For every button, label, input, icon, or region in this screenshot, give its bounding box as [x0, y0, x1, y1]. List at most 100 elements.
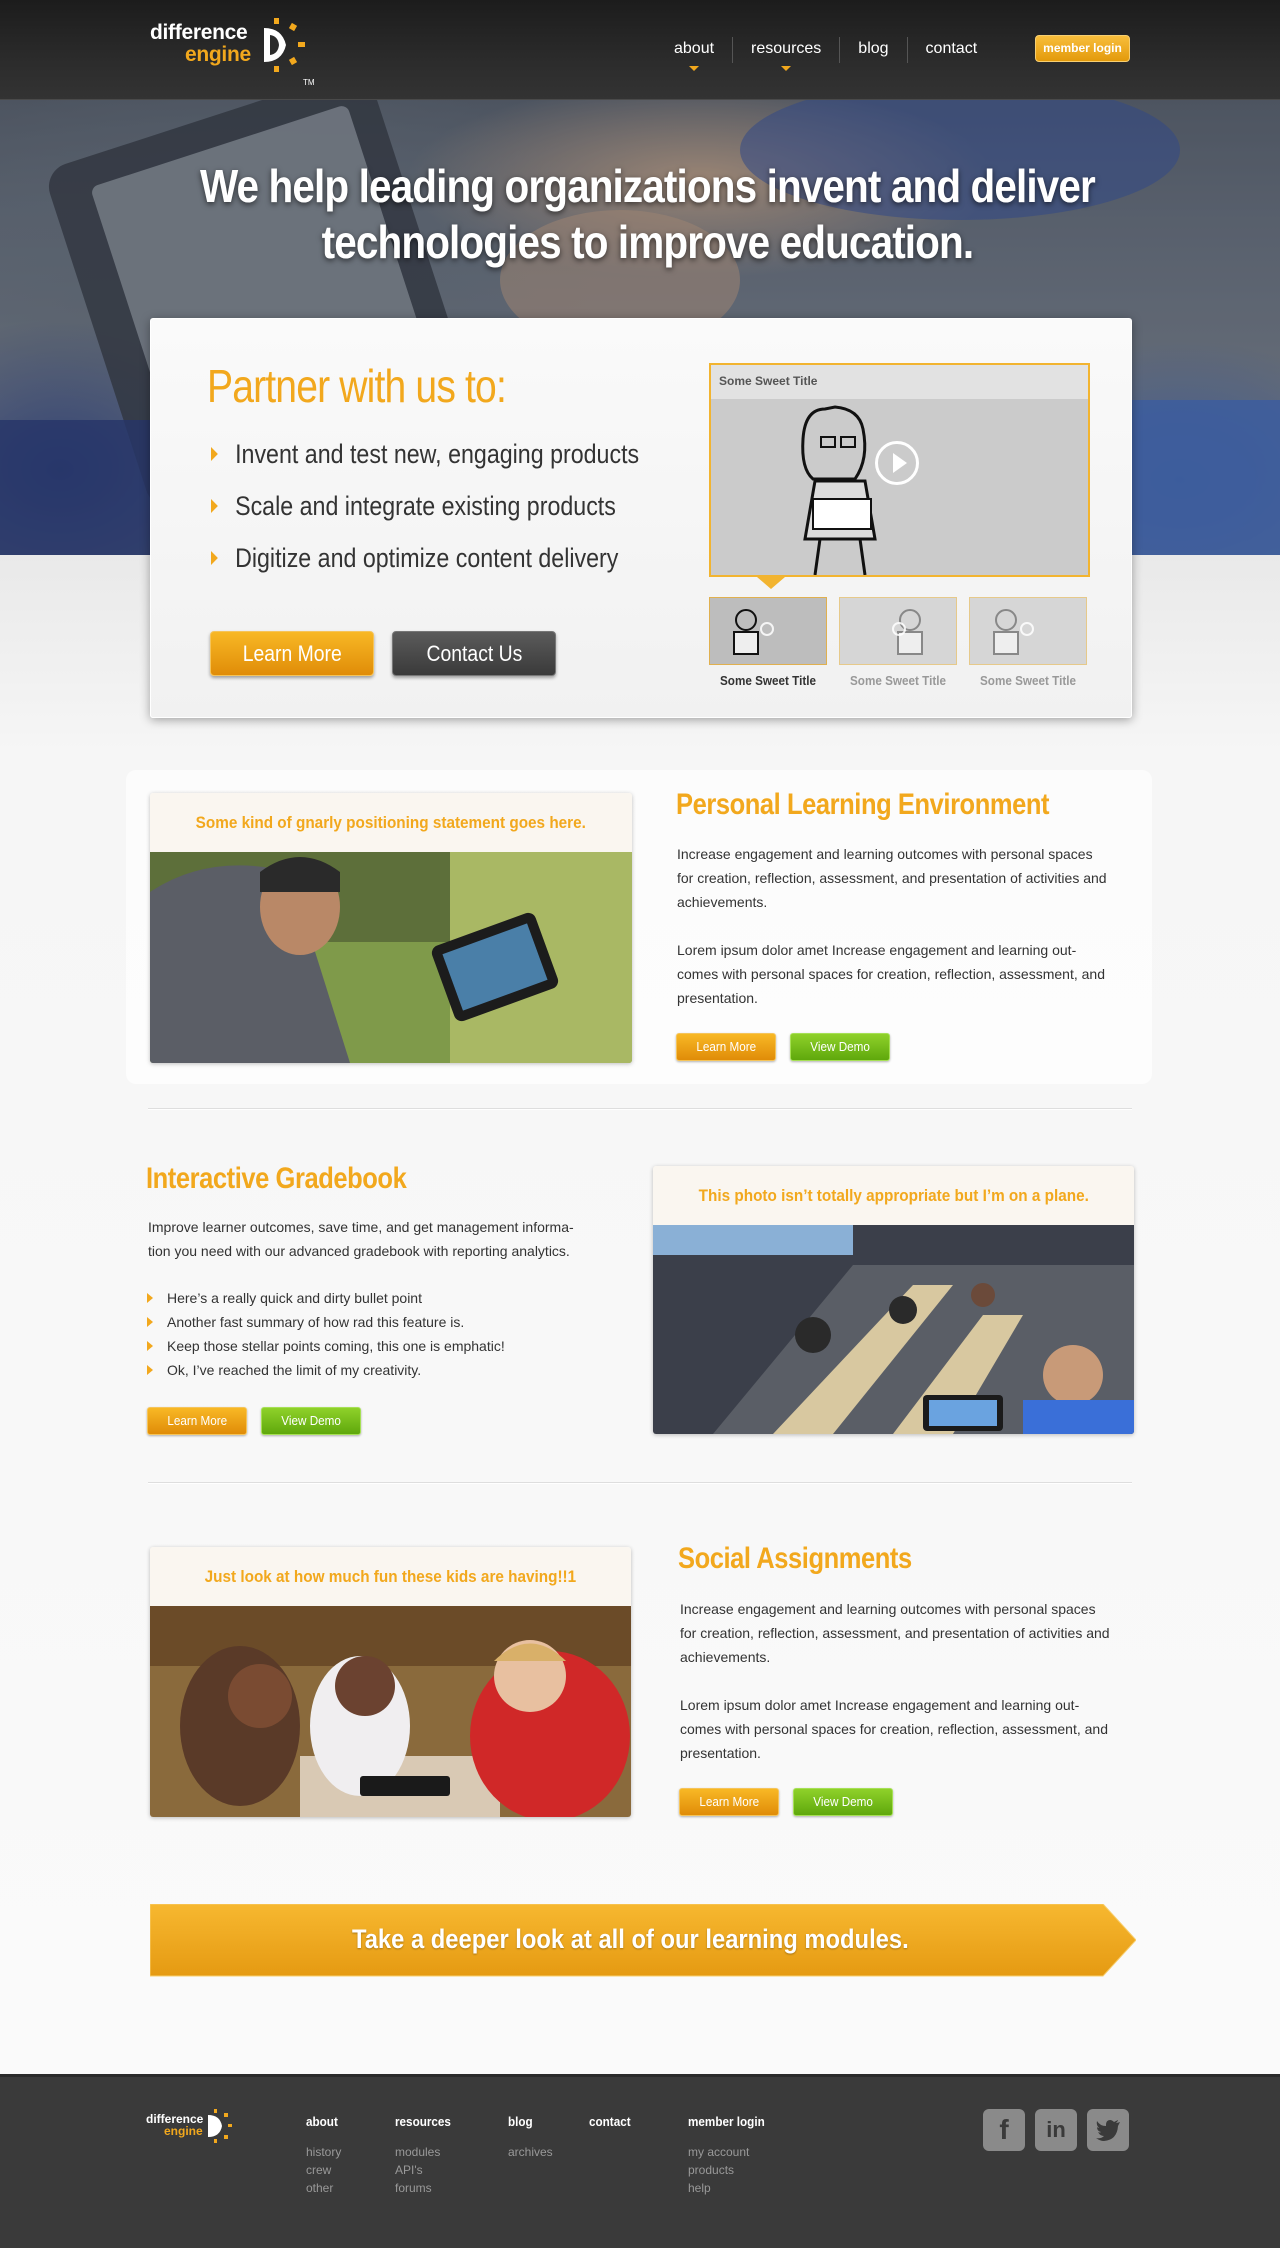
footer-link[interactable]: API's — [395, 2161, 457, 2179]
kids-with-tablet-photo — [150, 1606, 631, 1817]
twitter-icon[interactable] — [1087, 2109, 1129, 2151]
personal-learning-view-demo-button[interactable]: View Demo — [790, 1033, 890, 1061]
feature-paragraph: Lorem ipsum dolor amet Increase engageme… — [677, 942, 1105, 1006]
partner-point: Invent and test new, engaging products — [211, 439, 639, 491]
list-item-text: Keep those stellar points coming, this o… — [167, 1338, 505, 1354]
footer-link[interactable]: crew — [306, 2161, 341, 2179]
feature-title: Personal Learning Environment — [676, 788, 1050, 821]
social-assignments-view-demo-button[interactable]: View Demo — [793, 1788, 893, 1816]
partner-contact-us-button[interactable]: Contact Us — [392, 631, 556, 676]
nav-about-label: about — [674, 40, 715, 57]
video-thumbnail-1[interactable] — [709, 597, 827, 665]
video-thumbnail-2[interactable] — [839, 597, 957, 665]
thumbnail-illustration — [993, 609, 1019, 655]
lecture-hall-photo — [653, 1225, 1134, 1434]
bullet-arrow-icon — [147, 1317, 153, 1327]
member-login-button[interactable]: member login — [1035, 35, 1130, 62]
footer-link[interactable]: my account — [688, 2143, 773, 2161]
bullet-arrow-icon — [211, 447, 218, 461]
footer-link[interactable]: archives — [508, 2143, 553, 2161]
man-with-tablet-photo — [150, 852, 632, 1063]
play-icon — [1020, 622, 1034, 636]
main-nav: about resources blog contact — [656, 36, 996, 71]
footer-column-contact: contact — [589, 2114, 635, 2143]
play-icon — [760, 622, 774, 636]
footer-link[interactable]: forums — [395, 2179, 457, 2197]
button-label: View Demo — [281, 1413, 341, 1428]
nav-contact[interactable]: contact — [908, 36, 996, 64]
feature-title: Interactive Gradebook — [146, 1162, 407, 1195]
button-label: View Demo — [813, 1794, 873, 1809]
feature-photo-social-assignments: Just look at how much fun these kids are… — [150, 1547, 631, 1817]
top-navigation-bar: difference engine TM about resources blo… — [0, 0, 1280, 100]
partner-learn-more-button[interactable]: Learn More — [210, 631, 374, 676]
brand-sun-icon — [264, 18, 305, 72]
footer-link[interactable]: modules — [395, 2143, 457, 2161]
footer-link[interactable]: other — [306, 2179, 341, 2197]
partner-panel: Partner with us to: Invent and test new,… — [150, 318, 1132, 718]
list-item: Another fast summary of how rad this fea… — [147, 1310, 505, 1334]
section-divider — [148, 1108, 1132, 1110]
partner-point: Digitize and optimize content delivery — [211, 543, 639, 595]
gradebook-view-demo-button[interactable]: View Demo — [261, 1407, 361, 1435]
video-player[interactable]: Some Sweet Title — [709, 363, 1090, 577]
video-thumbnail-label[interactable]: Some Sweet Title — [840, 673, 955, 688]
partner-title: Partner with us to: — [207, 360, 507, 412]
play-icon[interactable] — [875, 441, 919, 485]
footer-link[interactable]: history — [306, 2143, 341, 2161]
facebook-icon[interactable]: f — [983, 2109, 1025, 2151]
video-pointer-icon — [757, 577, 785, 589]
partner-points: Invent and test new, engaging products S… — [211, 439, 709, 595]
bullet-arrow-icon — [211, 499, 218, 513]
footer-brand-line2: engine — [164, 2124, 203, 2138]
photo-caption-text: Some kind of gnarly positioning statemen… — [195, 813, 587, 832]
personal-learning-learn-more-button[interactable]: Learn More — [676, 1033, 776, 1061]
feature-bullet-list: Here’s a really quick and dirty bullet p… — [147, 1286, 505, 1382]
partner-point-text: Scale and integrate existing products — [235, 491, 616, 521]
banner-text: Take a deeper look at all of our learnin… — [150, 1904, 1110, 1976]
brand-logo[interactable]: difference engine TM — [150, 18, 315, 87]
cartoon-illustration — [801, 405, 877, 575]
video-thumbnail-3[interactable] — [969, 597, 1087, 665]
play-icon — [892, 622, 906, 636]
social-assignments-learn-more-button[interactable]: Learn More — [679, 1788, 779, 1816]
video-stage — [711, 399, 1088, 575]
site-footer: difference engine about history crew oth… — [0, 2074, 1280, 2248]
footer-column-member-login: member login my account products help — [688, 2114, 773, 2197]
photo-caption: This photo isn’t totally appropriate but… — [653, 1166, 1134, 1225]
gradebook-learn-more-button[interactable]: Learn More — [147, 1407, 247, 1435]
nav-blog[interactable]: blog — [840, 36, 906, 64]
footer-column-resources: resources modules API's forums — [395, 2114, 457, 2197]
footer-heading[interactable]: resources — [395, 2114, 451, 2129]
linkedin-icon[interactable]: in — [1035, 2109, 1077, 2151]
footer-heading[interactable]: blog — [508, 2114, 548, 2129]
brand-sun-icon — [208, 2109, 232, 2143]
footer-link[interactable]: help — [688, 2179, 773, 2197]
dropdown-caret-icon — [689, 66, 700, 71]
button-label: View Demo — [810, 1039, 870, 1054]
nav-resources[interactable]: resources — [733, 36, 839, 71]
learning-modules-banner[interactable]: Take a deeper look at all of our learnin… — [150, 1904, 1136, 1977]
nav-resources-label: resources — [751, 40, 822, 57]
feature-title: Social Assignments — [678, 1542, 912, 1575]
video-thumbnail-label[interactable]: Some Sweet Title — [970, 673, 1085, 688]
footer-heading[interactable]: contact — [589, 2114, 631, 2129]
feature-photo-personal-learning: Some kind of gnarly positioning statemen… — [150, 793, 632, 1063]
video-thumbnail-label[interactable]: Some Sweet Title — [710, 673, 825, 688]
video-title: Some Sweet Title — [711, 365, 1088, 399]
partner-point: Scale and integrate existing products — [211, 491, 639, 543]
button-label: Learn More — [167, 1413, 227, 1428]
footer-column-about: about history crew other — [306, 2114, 341, 2197]
brand-name-line2: engine — [185, 43, 251, 66]
feature-photo-gradebook: This photo isn’t totally appropriate but… — [653, 1166, 1134, 1434]
footer-column-blog: blog archives — [508, 2114, 553, 2161]
nav-about[interactable]: about — [656, 36, 732, 71]
list-item-text: Another fast summary of how rad this fea… — [167, 1314, 465, 1330]
list-item-text: Ok, I’ve reached the limit of my creativ… — [167, 1362, 422, 1378]
footer-heading[interactable]: member login — [688, 2114, 765, 2129]
button-label: Contact Us — [426, 641, 522, 666]
footer-heading[interactable]: about — [306, 2114, 338, 2129]
photo-caption: Just look at how much fun these kids are… — [150, 1547, 631, 1606]
footer-logo[interactable]: difference engine — [146, 2109, 232, 2143]
footer-link[interactable]: products — [688, 2161, 773, 2179]
